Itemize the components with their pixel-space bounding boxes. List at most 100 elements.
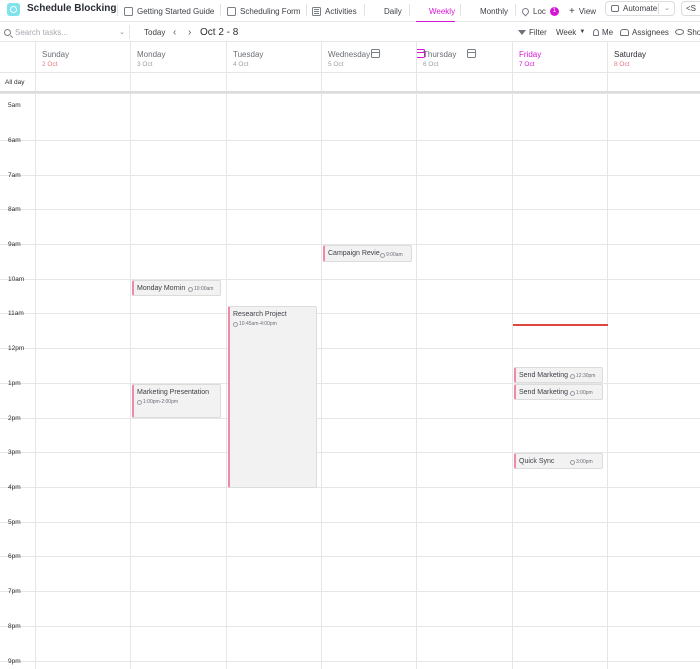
plus-icon: + <box>569 5 575 17</box>
show-label: Show <box>687 27 700 37</box>
day-date: 3 Oct <box>137 61 153 68</box>
form-icon <box>227 6 236 16</box>
week-calendar: Sunday 2 Oct Monday 3 Oct Tuesday 4 Oct … <box>0 42 700 669</box>
filter-label: Filter <box>529 27 547 37</box>
search-icon <box>4 28 11 36</box>
event-marketing-presentation[interactable]: Marketing Presentation 1:00pm-2:00pm <box>132 384 221 418</box>
day-name: Thursday <box>423 50 457 59</box>
header-divider <box>0 72 700 73</box>
tab-label: Daily <box>384 6 402 16</box>
me-filter-button[interactable]: Me <box>593 22 613 42</box>
event-monday-morning[interactable]: Monday Mornin 10:00am <box>132 280 221 296</box>
clock-icon <box>380 252 385 258</box>
hour-line <box>0 140 700 141</box>
add-view-button[interactable]: + View <box>569 0 596 22</box>
day-header-tuesday[interactable]: Tuesday 4 Oct <box>226 42 321 72</box>
caret-down-icon: ▼ <box>579 29 586 35</box>
event-title: Send Marketing <box>519 389 569 396</box>
tab-location[interactable]: Loc 1 <box>520 0 559 22</box>
chevron-down-icon[interactable]: ⌄ <box>664 4 670 12</box>
week-select[interactable]: Week ▼ <box>556 22 585 42</box>
day-name: Tuesday <box>233 50 264 59</box>
event-quick-sync[interactable]: Quick Sync 3:00pm <box>514 453 603 469</box>
clock-icon <box>188 286 193 292</box>
hour-line <box>0 175 700 176</box>
hour-label: 12pm <box>8 345 25 352</box>
hour-line <box>0 418 700 419</box>
share-button[interactable]: <S <box>681 1 700 16</box>
page-title: Schedule Blocking <box>27 3 117 14</box>
tab-label: Monthly <box>480 6 509 16</box>
hour-label: 11am <box>8 310 24 317</box>
map-pin-icon <box>520 6 531 16</box>
doc-icon <box>124 6 133 16</box>
share-label: S <box>690 4 697 13</box>
hour-line <box>0 348 700 349</box>
tab-daily[interactable]: Daily <box>371 0 402 58</box>
day-name: Friday <box>519 50 542 59</box>
hour-label: 7pm <box>8 588 21 595</box>
column-divider <box>416 42 417 669</box>
chevron-down-icon[interactable]: ⌄ <box>119 28 125 36</box>
event-campaign-review[interactable]: Campaign Revie 9:00am <box>323 245 412 262</box>
user-icon <box>593 28 599 36</box>
app-icon <box>7 3 20 16</box>
event-send-marketing[interactable]: Send Marketing 12:30pm <box>514 367 603 383</box>
event-time: 10:00am <box>188 286 213 292</box>
event-send-marketing[interactable]: Send Marketing 1:00pm <box>514 384 603 400</box>
event-time: 1:00pm <box>570 390 593 396</box>
hour-line <box>0 661 700 662</box>
filter-button[interactable]: Filter <box>518 22 547 42</box>
all-day-label: All day <box>5 79 25 86</box>
show-button[interactable]: Show <box>675 22 700 42</box>
day-header-monday[interactable]: Monday 3 Oct <box>130 42 226 72</box>
hour-label: 6pm <box>8 553 21 560</box>
users-icon <box>620 28 629 36</box>
day-header-wednesday[interactable]: Wednesday 5 Oct <box>321 42 416 72</box>
column-divider <box>130 42 131 669</box>
tab-weekly[interactable]: Weekly <box>416 0 456 58</box>
week-label: Week <box>556 27 577 37</box>
hour-line <box>0 591 700 592</box>
hour-label: 7am <box>8 172 21 179</box>
event-time: 12:30pm <box>570 373 595 379</box>
clock-icon <box>570 373 575 379</box>
tab-monthly[interactable]: Monthly <box>467 0 509 58</box>
clock-icon <box>570 390 575 396</box>
divider <box>306 4 307 16</box>
event-title: Send Marketing <box>519 372 569 379</box>
divider <box>220 4 221 16</box>
tab-badge: 1 <box>549 6 559 16</box>
column-divider <box>607 42 608 669</box>
search-box[interactable]: ⌄ <box>4 25 130 39</box>
next-week-button[interactable]: › <box>188 22 191 42</box>
today-label: Today <box>144 27 166 37</box>
hour-label: 10am <box>8 276 25 283</box>
day-header-saturday[interactable]: Saturday 8 Oct <box>607 42 700 72</box>
tab-label: Weekly <box>429 6 456 16</box>
hour-line <box>0 279 700 280</box>
hour-label: 2pm <box>8 415 21 422</box>
tab-scheduling-form[interactable]: Scheduling Form <box>227 0 300 22</box>
event-title: Marketing Presentation <box>137 389 209 396</box>
tab-label: Loc <box>533 6 546 16</box>
automate-button[interactable]: Automate ⌄ <box>605 1 675 16</box>
chevron-left-icon: ‹ <box>173 26 177 38</box>
assignees-button[interactable]: Assignees <box>620 22 669 42</box>
automate-label: Automate <box>623 4 658 13</box>
column-divider <box>35 42 36 669</box>
search-input[interactable] <box>15 27 115 37</box>
tab-activities[interactable]: Activities <box>312 0 357 22</box>
column-divider <box>226 42 227 669</box>
tab-getting-started-guide[interactable]: Getting Started Guide <box>124 0 214 22</box>
event-research-project[interactable]: Research Project 10:45am-4:00pm <box>228 306 317 488</box>
chevron-right-icon: › <box>188 26 192 38</box>
prev-week-button[interactable]: ‹ <box>173 22 176 42</box>
day-header-friday[interactable]: Friday 7 Oct <box>512 42 607 72</box>
day-header-sunday[interactable]: Sunday 2 Oct <box>35 42 130 72</box>
eye-icon <box>675 29 684 35</box>
robot-icon <box>611 5 619 12</box>
day-header-thursday[interactable]: Thursday 6 Oct <box>416 42 512 72</box>
today-button[interactable]: Today <box>144 22 165 42</box>
column-divider <box>321 42 322 669</box>
